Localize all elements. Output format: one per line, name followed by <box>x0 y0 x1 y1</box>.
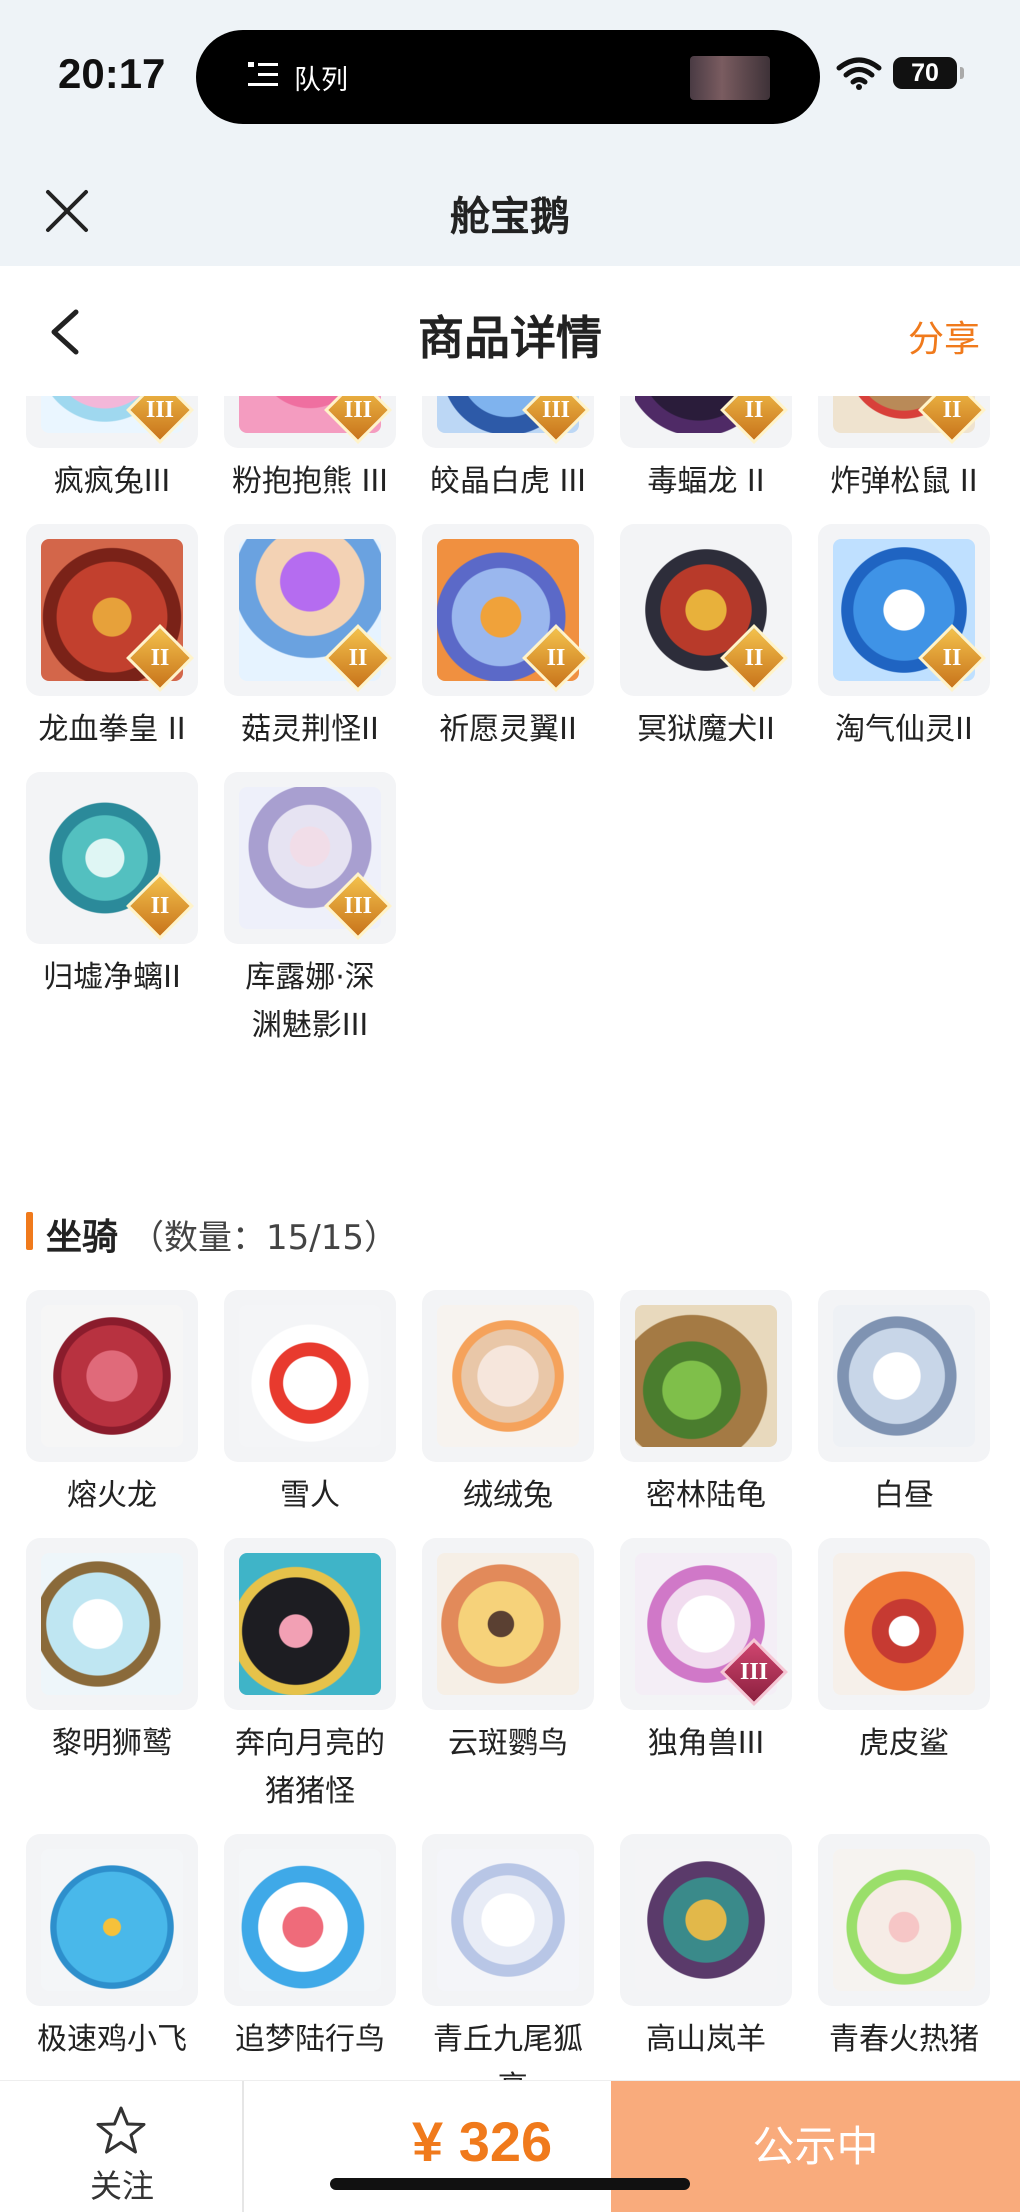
pet-thumbnail: III <box>422 396 594 448</box>
mount-name-line-2: 猪猪怪 <box>265 1774 355 1809</box>
pet-thumbnail: II <box>422 524 594 696</box>
mount-name: 雪人 <box>280 1478 340 1513</box>
mount-thumbnail <box>224 1538 396 1710</box>
pet-name: 粉抱抱熊 III <box>231 464 389 499</box>
mount-name: 奔向月亮的 <box>235 1726 385 1761</box>
pet-name: 炸弹松鼠 II <box>830 464 978 499</box>
follow-button[interactable]: 关注 <box>0 2081 244 2212</box>
pet-name: 疯疯兔III <box>53 464 171 499</box>
bottom-action-bar: 关注 ¥ 326 公示中 <box>0 2080 1020 2212</box>
mount-thumbnail <box>422 1290 594 1462</box>
pet-name: 祈愿灵翼II <box>439 712 577 747</box>
product-detail-content[interactable]: III 疯疯兔III III 粉抱抱熊 III III 皎晶白虎 III II … <box>0 396 1020 2080</box>
price: ¥ 326 <box>412 2110 553 2173</box>
section-accent-bar <box>26 1212 33 1250</box>
mount-thumbnail <box>224 1290 396 1462</box>
pet-name: 毒蝠龙 II <box>647 464 765 499</box>
pet-thumbnail: II <box>26 524 198 696</box>
pet-thumbnail: II <box>26 772 198 944</box>
home-indicator <box>330 2178 690 2190</box>
mount-name: 青春火热猪 <box>829 2022 979 2057</box>
mount-thumbnail: III <box>620 1538 792 1710</box>
status-time: 20:17 <box>58 50 166 97</box>
mount-thumbnail <box>620 1290 792 1462</box>
pet-name: 龙血拳皇 II <box>38 712 186 747</box>
mount-name: 独角兽III <box>647 1726 765 1761</box>
island-media-thumbnail <box>690 56 770 100</box>
dynamic-island[interactable]: 队列 <box>196 30 820 124</box>
section-count: （数量：15/15） <box>130 1218 398 1258</box>
mount-name: 云斑鹦鸟 <box>448 1726 568 1761</box>
pet-thumbnail: III <box>26 396 198 448</box>
pet-name: 库露娜·深 <box>245 960 375 995</box>
mount-name-line-2: ·亮 <box>408 2064 608 2080</box>
pet-name: 淘气仙灵II <box>835 712 973 747</box>
pet-name-line-2: 渊魅影III <box>251 1008 369 1043</box>
publicity-status-button[interactable]: 公示中 <box>611 2081 1020 2212</box>
pet-thumbnail: III <box>224 396 396 448</box>
mount-name: 密林陆龟 <box>646 1478 766 1513</box>
mini-program-title: 舱宝鹅 <box>450 194 570 240</box>
pet-name: 冥狱魔犬II <box>637 712 775 747</box>
pet-thumbnail: II <box>818 396 990 448</box>
island-activity-label: 队列 <box>294 65 348 96</box>
pet-thumbnail: II <box>818 524 990 696</box>
pet-name: 归墟净螭II <box>43 960 181 995</box>
mount-thumbnail <box>818 1538 990 1710</box>
mount-thumbnail <box>224 1834 396 2006</box>
mount-thumbnail <box>422 1538 594 1710</box>
pet-thumbnail: III <box>224 772 396 944</box>
mount-thumbnail <box>422 1834 594 2006</box>
mini-program-header: 舱宝鹅 <box>0 150 1020 266</box>
pet-name: 皎晶白虎 III <box>429 464 587 499</box>
battery-indicator: 70 <box>893 57 964 89</box>
mount-name: 虎皮鲨 <box>859 1726 949 1761</box>
status-bar: 20:17 队列 70 <box>0 0 1020 150</box>
mount-name: 极速鸡小飞 <box>37 2022 187 2057</box>
mount-name: 白昼 <box>874 1478 934 1513</box>
mount-name: 青丘九尾狐 <box>433 2022 583 2057</box>
wifi-icon <box>836 57 882 90</box>
pet-thumbnail: II <box>620 524 792 696</box>
queue-list-icon <box>248 62 278 86</box>
share-button[interactable]: 分享 <box>908 310 980 362</box>
mount-thumbnail <box>818 1290 990 1462</box>
star-icon <box>96 2106 146 2154</box>
mount-name: 黎明狮鹫 <box>52 1726 172 1761</box>
follow-label: 关注 <box>89 2167 154 2205</box>
mount-thumbnail <box>26 1538 198 1710</box>
pet-thumbnail: II <box>620 396 792 448</box>
pet-thumbnail: II <box>224 524 396 696</box>
pet-name: 菇灵荆怪II <box>241 712 379 747</box>
mount-name: 追梦陆行鸟 <box>235 2022 385 2057</box>
page-nav: 商品详情 分享 <box>0 266 1020 396</box>
section-title: 坐骑 <box>46 1217 119 1258</box>
mount-thumbnail <box>26 1290 198 1462</box>
mount-name: 高山岚羊 <box>646 2022 766 2057</box>
page-title: 商品详情 <box>418 311 602 365</box>
mount-name: 熔火龙 <box>67 1478 157 1513</box>
mounts-section-header: 坐骑 （数量：15/15） <box>26 1208 726 1258</box>
mount-thumbnail <box>818 1834 990 2006</box>
mount-thumbnail <box>26 1834 198 2006</box>
mount-name: 绒绒兔 <box>463 1478 553 1513</box>
mount-thumbnail <box>620 1834 792 2006</box>
